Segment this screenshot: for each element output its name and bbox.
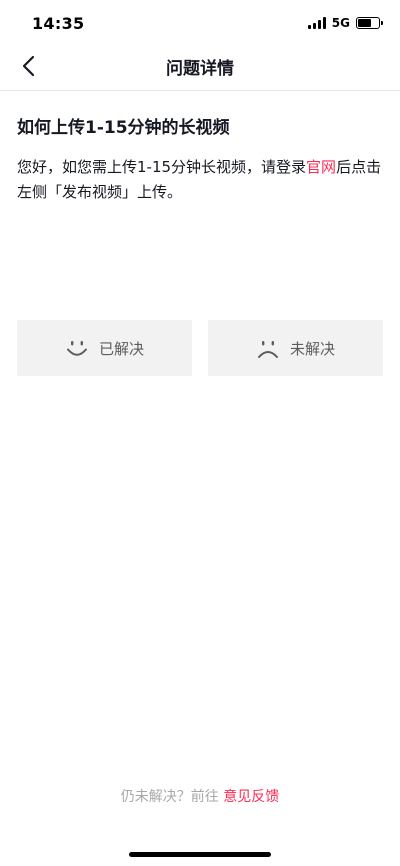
feedback-link[interactable]: 意见反馈 — [223, 789, 279, 805]
unresolved-button[interactable]: 未解决 — [208, 320, 383, 376]
answer-text-part-1: 您好，如您需上传1-15分钟长视频，请登录 — [17, 158, 307, 176]
article: 如何上传1-15分钟的长视频 您好，如您需上传1-15分钟长视频，请登录官网后点… — [0, 90, 400, 376]
page-title: 问题详情 — [166, 59, 234, 79]
question-title: 如何上传1-15分钟的长视频 — [17, 118, 230, 138]
resolved-button[interactable]: 已解决 — [17, 320, 192, 376]
smile-face-icon — [66, 341, 87, 356]
signal-icon — [307, 17, 326, 29]
status-time: 14:35 — [32, 14, 85, 33]
status-indicators: 5G — [307, 16, 383, 30]
feedback-row: 已解决 未解决 — [17, 320, 383, 376]
battery-icon — [356, 17, 383, 29]
nav-bar: 问题详情 — [0, 42, 400, 90]
resolved-label: 已解决 — [98, 339, 144, 358]
answer-text: 您好，如您需上传1-15分钟长视频，请登录官网后点击左侧「发布视频」上传。 — [17, 155, 383, 205]
unresolved-label: 未解决 — [289, 339, 335, 358]
network-type: 5G — [331, 16, 350, 30]
home-indicator — [129, 852, 271, 857]
official-site-link[interactable]: 官网 — [306, 158, 336, 176]
footer-prefix: 仍未解决？前往 — [120, 789, 224, 805]
sad-face-icon — [257, 341, 278, 358]
footer: 仍未解决？前往 意见反馈 — [0, 786, 400, 806]
